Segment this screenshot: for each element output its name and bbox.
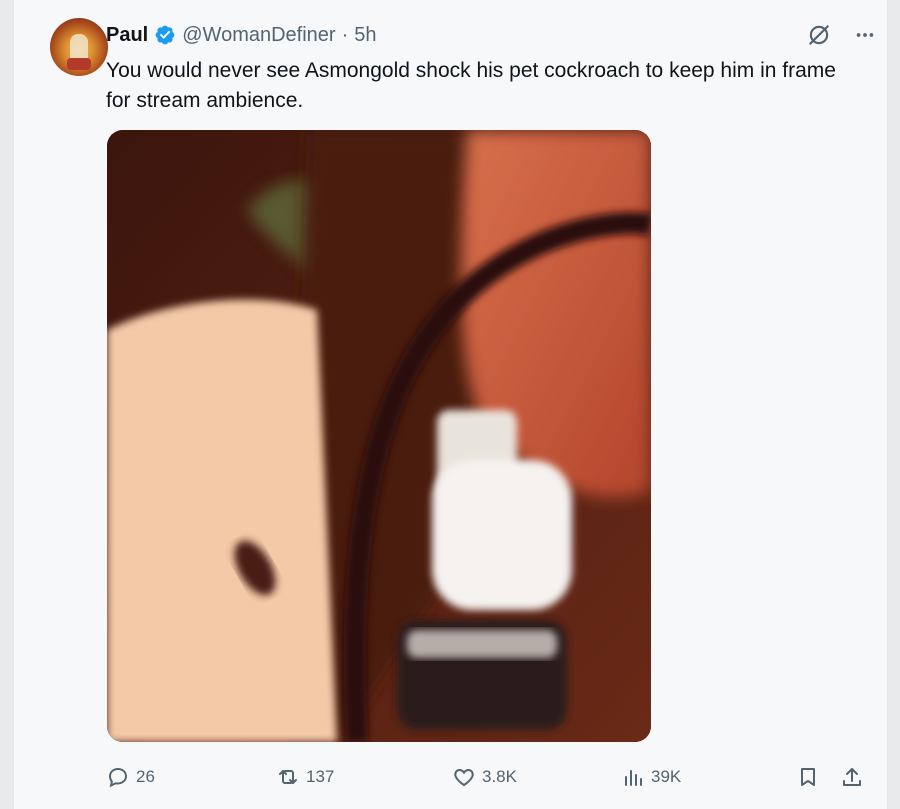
share-button[interactable] xyxy=(840,760,864,794)
bookmark-icon xyxy=(801,768,815,786)
retweet-count: 137 xyxy=(306,767,335,786)
verified-badge-icon xyxy=(154,24,176,46)
views-count: 39K xyxy=(651,767,682,786)
like-count: 3.8K xyxy=(482,767,517,786)
retweet-button[interactable]: 137 xyxy=(276,760,334,794)
avatar[interactable] xyxy=(50,18,108,76)
tweet-timestamp[interactable]: 5h xyxy=(354,24,376,47)
separator-dot: · xyxy=(341,23,349,46)
grok-icon[interactable] xyxy=(806,22,832,48)
author-name[interactable]: Paul xyxy=(106,24,148,47)
avatar-figure-base xyxy=(67,58,91,70)
analytics-icon xyxy=(625,770,642,786)
tweet-top-actions xyxy=(806,22,876,48)
author-handle[interactable]: @WomanDefiner xyxy=(182,24,335,47)
views-button[interactable]: 39K xyxy=(621,760,681,794)
bookmark-button[interactable] xyxy=(796,760,820,794)
reply-button[interactable]: 26 xyxy=(106,760,155,794)
tweet-text: You would never see Asmongold shock his … xyxy=(106,59,836,112)
like-button[interactable]: 3.8K xyxy=(452,760,517,794)
media-illustration xyxy=(107,130,651,742)
share-icon xyxy=(843,768,861,786)
more-icon[interactable] xyxy=(854,24,876,46)
reply-count: 26 xyxy=(136,767,155,786)
tweet-action-bar: 26 137 3.8K 39K xyxy=(106,760,866,794)
tweet-media-image[interactable] xyxy=(107,130,651,742)
tweet-header: Paul @WomanDefiner · 5h xyxy=(106,22,377,48)
heart-icon xyxy=(454,768,474,787)
reply-icon xyxy=(108,767,128,788)
retweet-icon xyxy=(279,770,297,784)
